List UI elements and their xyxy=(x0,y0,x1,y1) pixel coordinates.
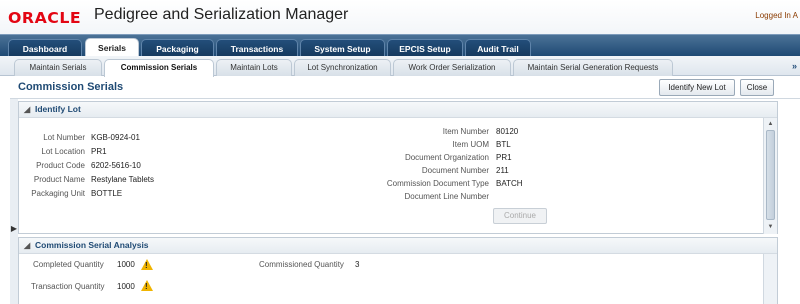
subtab-maintain-serials[interactable]: Maintain Serials xyxy=(14,59,102,76)
product-name-label: Product Name xyxy=(33,175,85,184)
identify-lot-title: Identify Lot xyxy=(35,104,81,114)
item-number-label: Item Number xyxy=(442,127,489,136)
lot-number-label: Lot Number xyxy=(43,133,85,142)
lot-location-value: PR1 xyxy=(91,147,107,156)
continue-button[interactable]: Continue xyxy=(493,208,547,224)
lot-location-label: Lot Location xyxy=(41,147,85,156)
app-header: ORACLE Pedigree and Serialization Manage… xyxy=(0,0,800,34)
subtab-work-order-serialization[interactable]: Work Order Serialization xyxy=(393,59,511,76)
lot-number-value: KGB-0924-01 xyxy=(91,133,140,142)
item-uom-value: BTL xyxy=(496,140,511,149)
packaging-unit-value: BOTTLE xyxy=(91,189,123,198)
packaging-unit-label: Packaging Unit xyxy=(31,189,85,198)
subtab-maintain-lots[interactable]: Maintain Lots xyxy=(216,59,292,76)
collapse-icon[interactable]: ◢ xyxy=(24,238,30,253)
sub-nav: Maintain Serials Commission Serials Main… xyxy=(0,56,800,77)
document-number-value: 211 xyxy=(496,166,509,175)
scroll-thumb[interactable] xyxy=(766,130,775,220)
item-uom-label: Item UOM xyxy=(452,140,489,149)
subtab-maintain-serial-generation-requests[interactable]: Maintain Serial Generation Requests xyxy=(513,59,673,76)
tab-audit-trail[interactable]: Audit Trail xyxy=(465,39,531,57)
item-number-value: 80120 xyxy=(496,127,519,136)
identify-lot-header[interactable]: ◢ Identify Lot xyxy=(19,102,777,118)
warning-icon xyxy=(141,259,153,270)
transaction-quantity-label: Transaction Quantity xyxy=(31,282,105,291)
app-title: Pedigree and Serialization Manager xyxy=(94,6,349,23)
page-header: Commission Serials Identify New Lot Clos… xyxy=(10,77,800,99)
subtab-commission-serials[interactable]: Commission Serials xyxy=(104,59,214,77)
document-number-label: Document Number xyxy=(421,166,489,175)
tab-packaging[interactable]: Packaging xyxy=(141,39,214,57)
identify-lot-panel: ◢ Identify Lot Lot Number KGB-0924-01 Lo… xyxy=(18,101,778,234)
oracle-logo: ORACLE xyxy=(8,9,82,27)
document-organization-label: Document Organization xyxy=(404,153,489,162)
warning-icon xyxy=(141,280,153,291)
completed-quantity-value: 1000 xyxy=(117,260,135,269)
analysis-title: Commission Serial Analysis xyxy=(35,240,149,250)
tab-dashboard[interactable]: Dashboard xyxy=(8,39,82,57)
scroll-down-icon[interactable]: ▼ xyxy=(766,222,775,232)
commission-document-type-value: BATCH xyxy=(496,179,523,188)
analysis-header[interactable]: ◢ Commission Serial Analysis xyxy=(19,238,777,254)
collapse-icon[interactable]: ◢ xyxy=(24,102,30,117)
commission-serial-analysis-panel: ◢ Commission Serial Analysis Completed Q… xyxy=(18,237,778,304)
page-title: Commission Serials xyxy=(18,81,124,93)
close-button[interactable]: Close xyxy=(740,79,774,96)
left-rail xyxy=(10,99,18,304)
main-nav: Dashboard Serials Packaging Transactions… xyxy=(0,34,800,57)
identify-new-lot-button[interactable]: Identify New Lot xyxy=(659,79,735,96)
product-code-value: 6202-5616-10 xyxy=(91,161,141,170)
product-code-label: Product Code xyxy=(36,161,85,170)
transaction-quantity-value: 1000 xyxy=(117,282,135,291)
commission-document-type-label: Commission Document Type xyxy=(386,179,489,188)
tab-transactions[interactable]: Transactions xyxy=(216,39,298,57)
identify-lot-scrollbar[interactable]: ▲ ▼ xyxy=(763,118,777,234)
scroll-up-icon[interactable]: ▲ xyxy=(766,119,775,129)
tab-epcis-setup[interactable]: EPCIS Setup xyxy=(387,39,463,57)
subtab-lot-synchronization[interactable]: Lot Synchronization xyxy=(294,59,391,76)
tabs-overflow-icon[interactable]: » xyxy=(792,61,797,71)
tab-serials[interactable]: Serials xyxy=(85,38,139,57)
tab-system-setup[interactable]: System Setup xyxy=(300,39,385,57)
logged-in-text: Logged In A xyxy=(755,11,798,20)
analysis-scrollbar[interactable] xyxy=(763,254,777,304)
document-organization-value: PR1 xyxy=(496,153,512,162)
product-name-value: Restylane Tablets xyxy=(91,175,154,184)
completed-quantity-label: Completed Quantity xyxy=(33,260,104,269)
expand-panel-icon[interactable]: ▶ xyxy=(10,222,18,236)
commissioned-quantity-value: 3 xyxy=(355,260,360,269)
document-line-number-label: Document Line Number xyxy=(404,192,489,201)
commissioned-quantity-label: Commissioned Quantity xyxy=(259,260,344,269)
